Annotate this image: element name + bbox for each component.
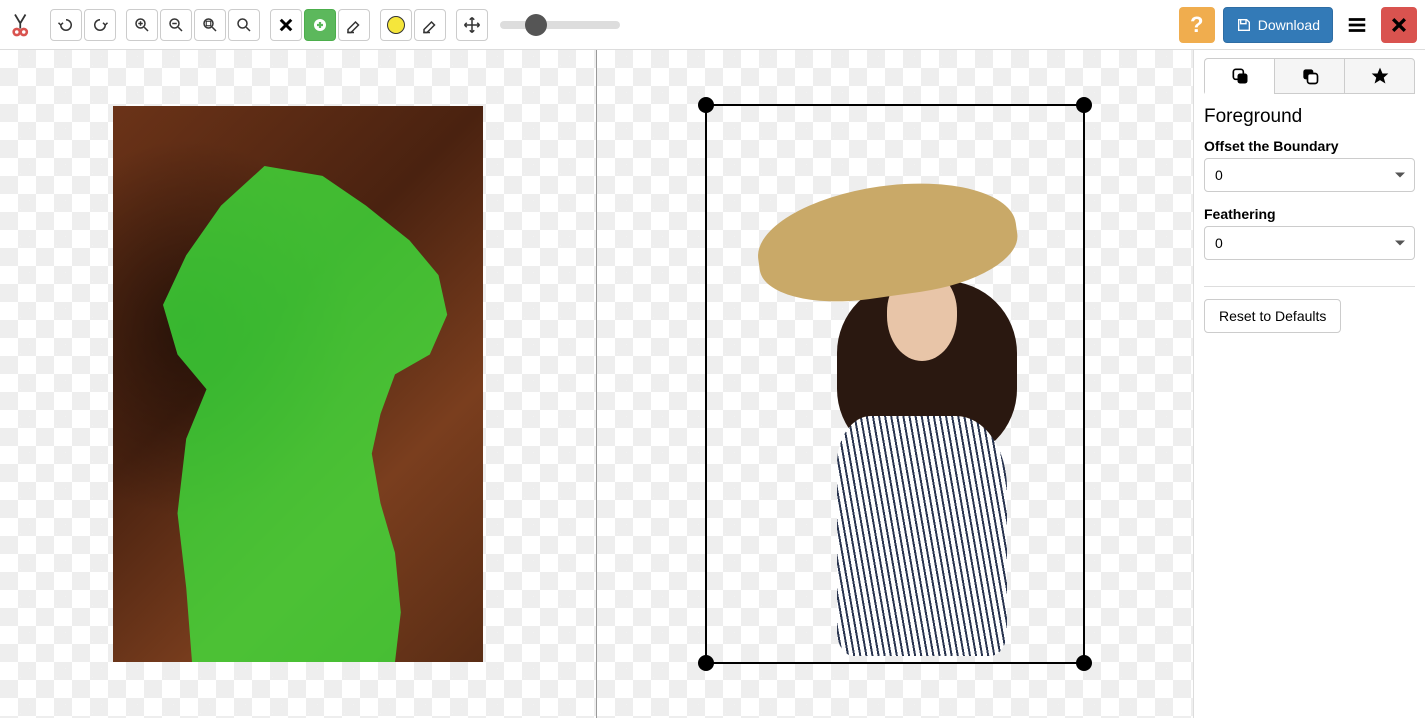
sidebar-tabs (1204, 58, 1415, 94)
zoom-actual-button[interactable] (228, 9, 260, 41)
close-button[interactable] (1381, 7, 1417, 43)
scalpel-color-button[interactable] (380, 9, 412, 41)
history-group (50, 9, 116, 41)
remove-tool-button[interactable] (270, 9, 302, 41)
background-icon (1300, 66, 1320, 86)
help-button[interactable]: ? (1179, 7, 1215, 43)
brush-size-handle[interactable] (525, 14, 547, 36)
reset-button[interactable]: Reset to Defaults (1204, 299, 1341, 333)
result-canvas[interactable] (597, 50, 1193, 718)
menu-button[interactable] (1339, 7, 1375, 43)
menu-icon (1346, 14, 1368, 36)
app-logo (8, 11, 36, 39)
crop-handle-bl[interactable] (698, 655, 714, 671)
result-image (777, 186, 1037, 656)
crop-handle-tr[interactable] (1076, 97, 1092, 113)
source-canvas[interactable] (0, 50, 597, 718)
star-icon (1370, 66, 1390, 86)
foreground-mask (163, 166, 453, 662)
close-icon (1389, 15, 1409, 35)
undo-button[interactable] (50, 9, 82, 41)
keep-tool-button[interactable] (304, 9, 336, 41)
mark-group (270, 9, 370, 41)
zoom-group (126, 9, 260, 41)
crop-handle-br[interactable] (1076, 655, 1092, 671)
offset-label: Offset the Boundary (1204, 138, 1415, 154)
crop-handle-tl[interactable] (698, 97, 714, 113)
download-button[interactable]: Download (1223, 7, 1333, 43)
offset-select[interactable]: 0 (1204, 158, 1415, 192)
save-icon (1236, 17, 1252, 33)
toolbar: ? Download (0, 0, 1425, 50)
erase-mark-button[interactable] (338, 9, 370, 41)
zoom-in-button[interactable] (126, 9, 158, 41)
help-icon: ? (1190, 12, 1203, 38)
sidebar: Foreground Offset the Boundary 0 Feather… (1193, 50, 1425, 718)
scalpel-color-swatch (387, 16, 405, 34)
zoom-out-button[interactable] (160, 9, 192, 41)
tab-background[interactable] (1274, 58, 1344, 94)
feather-label: Feathering (1204, 206, 1415, 222)
zoom-fit-button[interactable] (194, 9, 226, 41)
crop-bounds[interactable] (705, 104, 1085, 664)
panel-title: Foreground (1204, 106, 1415, 128)
foreground-icon (1230, 66, 1250, 86)
main-area: Foreground Offset the Boundary 0 Feather… (0, 50, 1425, 718)
source-image (113, 106, 483, 662)
brush-size-slider[interactable] (500, 21, 620, 29)
tab-foreground[interactable] (1204, 58, 1274, 94)
redo-button[interactable] (84, 9, 116, 41)
pan-tool-button[interactable] (456, 9, 488, 41)
tab-favorites[interactable] (1344, 58, 1415, 94)
scalpel-group (380, 9, 446, 41)
feather-select[interactable]: 0 (1204, 226, 1415, 260)
download-label: Download (1258, 17, 1320, 33)
scalpel-erase-button[interactable] (414, 9, 446, 41)
divider (1204, 286, 1415, 287)
